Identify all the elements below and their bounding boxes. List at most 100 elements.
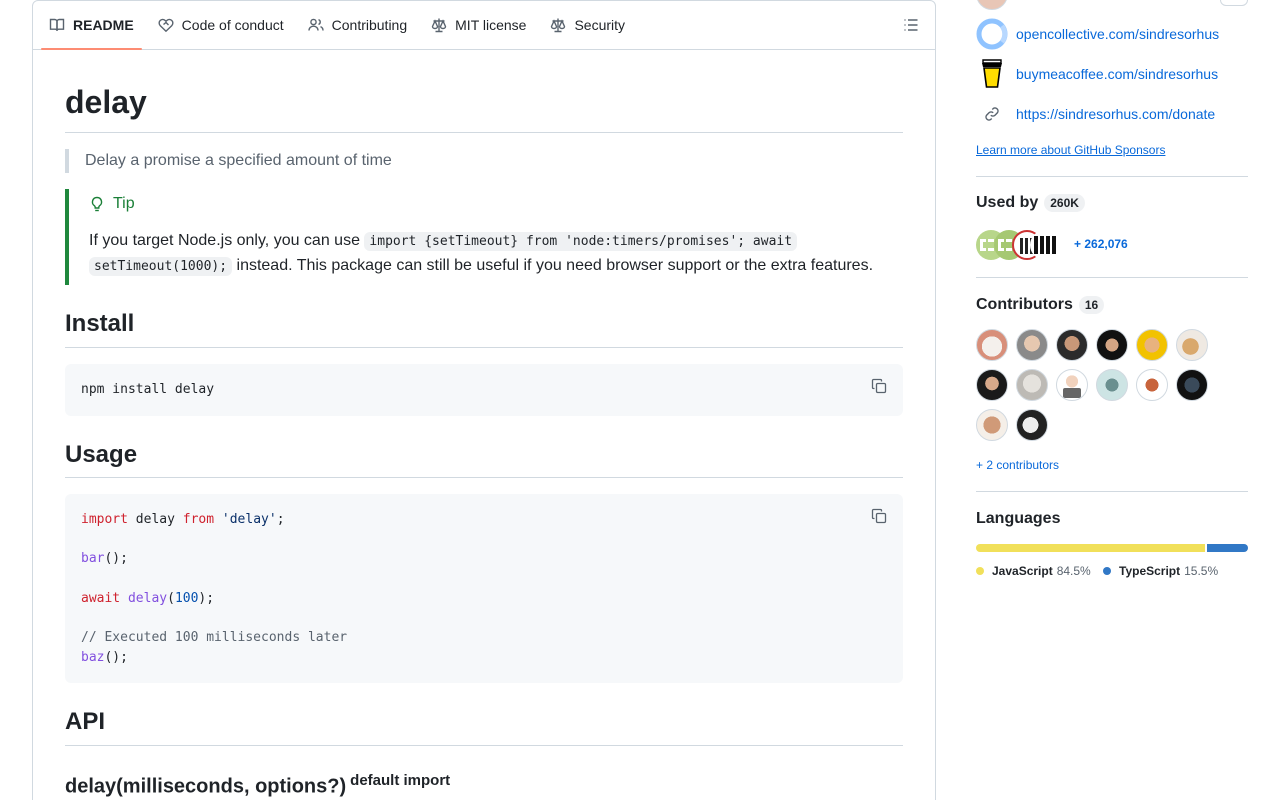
install-divider: [65, 347, 903, 348]
light-bulb-icon: [91, 196, 103, 212]
contributor-avatar[interactable]: [976, 369, 1008, 401]
sponsor-link-donate[interactable]: https://sindresorhus.com/donate: [976, 98, 1215, 130]
install-heading: Install: [65, 310, 135, 337]
tip-code-2: setTimeout(1000);: [89, 257, 233, 276]
code-line-5: baz();: [81, 648, 887, 668]
code-token: import: [81, 512, 128, 527]
used-by-count: 260K: [1044, 194, 1085, 212]
api-heading: API: [65, 708, 106, 735]
code-token: 'delay': [214, 512, 277, 527]
tab-code-of-conduct[interactable]: Code of conduct: [150, 1, 292, 49]
tab-contributing-label: Contributing: [331, 17, 408, 33]
language-percent: 15.5%: [1184, 564, 1219, 578]
sponsor-link-opencollective[interactable]: opencollective.com/sindresorhus: [976, 18, 1219, 50]
tab-mit-license[interactable]: MIT license: [423, 1, 534, 49]
code-token: ;: [276, 512, 285, 527]
donate-link[interactable]: https://sindresorhus.com/donate: [1016, 106, 1215, 122]
usage-heading: Usage: [65, 441, 138, 468]
used-by-title: Used by: [976, 194, 1039, 211]
learn-more-sponsors-link[interactable]: Learn more about GitHub Sponsors: [976, 143, 1165, 157]
tab-security[interactable]: Security: [542, 1, 633, 49]
outline-list-icon[interactable]: [903, 17, 919, 33]
tab-contributing[interactable]: Contributing: [300, 1, 416, 49]
readme-panel: README Code of conduct Contributing MIT …: [32, 0, 936, 800]
buymeacoffee-link[interactable]: buymeacoffee.com/sindresorhus: [1016, 66, 1218, 82]
law-scale-icon: [431, 18, 447, 33]
contributor-avatar[interactable]: [1176, 369, 1208, 401]
opencollective-icon: [976, 18, 1008, 50]
language-bar-segment[interactable]: [976, 544, 1205, 552]
copy-icon[interactable]: [871, 508, 887, 524]
contributor-avatar[interactable]: [1016, 369, 1048, 401]
contributor-avatar[interactable]: [1136, 329, 1168, 361]
more-contributors-link[interactable]: + 2 contributors: [976, 458, 1059, 472]
used-by-avatars[interactable]: [976, 228, 1064, 262]
languages-heading: Languages: [976, 510, 1060, 528]
language-bar-segment[interactable]: [1206, 544, 1248, 552]
code-line-2: bar();: [81, 549, 887, 569]
language-name: JavaScript: [992, 564, 1053, 578]
contributor-avatar[interactable]: [1056, 369, 1088, 401]
code-token: from: [182, 512, 215, 527]
language-item-javascript[interactable]: JavaScript 84.5%: [976, 564, 1091, 578]
tab-mit-license-label: MIT license: [455, 17, 527, 33]
tab-security-label: Security: [574, 17, 626, 33]
tab-readme[interactable]: README: [41, 1, 142, 50]
people-icon: [307, 18, 324, 31]
contributor-avatar[interactable]: [976, 329, 1008, 361]
sponsor-avatar[interactable]: [976, 0, 1008, 10]
default-import-label: default import: [350, 772, 451, 789]
copy-icon[interactable]: [871, 378, 887, 394]
code-token: await: [81, 591, 121, 606]
used-by-heading[interactable]: Used by 260K: [976, 194, 1085, 212]
api-function-signature: delay(milliseconds, options?): [65, 775, 347, 798]
law-scale-icon: [551, 18, 566, 33]
code-token: delay: [127, 512, 183, 527]
contributor-avatar[interactable]: [1096, 369, 1128, 401]
tip-title: Tip: [89, 195, 135, 213]
description-quote: Delay a promise a specified amount of ti…: [65, 149, 903, 173]
language-color-dot: [1103, 567, 1111, 575]
language-name: TypeScript: [1119, 564, 1181, 578]
install-code-line: npm install delay: [81, 382, 215, 397]
language-color-dot: [976, 567, 984, 575]
code-line-1: import delay from 'delay';: [81, 510, 887, 530]
tip-title-label: Tip: [113, 195, 135, 212]
languages-title: Languages: [976, 510, 1061, 527]
link-icon: [976, 98, 1008, 130]
contributor-avatar[interactable]: [976, 409, 1008, 441]
api-function-heading: delay(milliseconds, options?) default imp…: [65, 768, 450, 800]
title-divider: [65, 132, 903, 133]
tip-callout: Tip If you target Node.js only, you can …: [65, 189, 903, 285]
coffee-cup-icon: [976, 58, 1008, 90]
sponsor-button[interactable]: [1220, 0, 1248, 6]
contributor-avatar[interactable]: [1096, 329, 1128, 361]
contributor-avatar[interactable]: [1176, 329, 1208, 361]
contributors-heading[interactable]: Contributors 16: [976, 296, 1105, 314]
contributor-avatar[interactable]: [1016, 329, 1048, 361]
code-token: baz: [81, 650, 105, 665]
code-line-3: await delay(100);: [81, 589, 887, 609]
contributor-avatar[interactable]: [1136, 369, 1168, 401]
tip-text-after: instead. This package can still be usefu…: [232, 257, 874, 274]
used-by-more-link[interactable]: + 262,076: [1074, 237, 1128, 251]
code-token: );: [198, 591, 215, 606]
contributor-avatar[interactable]: [1056, 329, 1088, 361]
sponsor-link-buymeacoffee[interactable]: buymeacoffee.com/sindresorhus: [976, 58, 1218, 90]
tip-text: If you target Node.js only, you can use …: [89, 229, 889, 279]
language-item-typescript[interactable]: TypeScript 15.5%: [1103, 564, 1218, 578]
opencollective-link[interactable]: opencollective.com/sindresorhus: [1016, 26, 1219, 42]
usage-divider: [65, 477, 903, 478]
readme-title: delay: [65, 84, 147, 120]
code-token: 100: [174, 591, 199, 606]
code-token: bar: [81, 551, 105, 566]
code-token: ();: [104, 650, 128, 665]
tab-code-of-conduct-label: Code of conduct: [181, 17, 284, 33]
tip-text-before: If you target Node.js only, you can use: [89, 232, 365, 249]
install-code-block: npm install delay: [65, 364, 903, 416]
avatar: [1030, 230, 1060, 260]
contributor-avatar[interactable]: [1016, 409, 1048, 441]
contributors-title: Contributors: [976, 296, 1073, 313]
code-token: (: [167, 591, 175, 606]
language-bar: [976, 544, 1248, 552]
